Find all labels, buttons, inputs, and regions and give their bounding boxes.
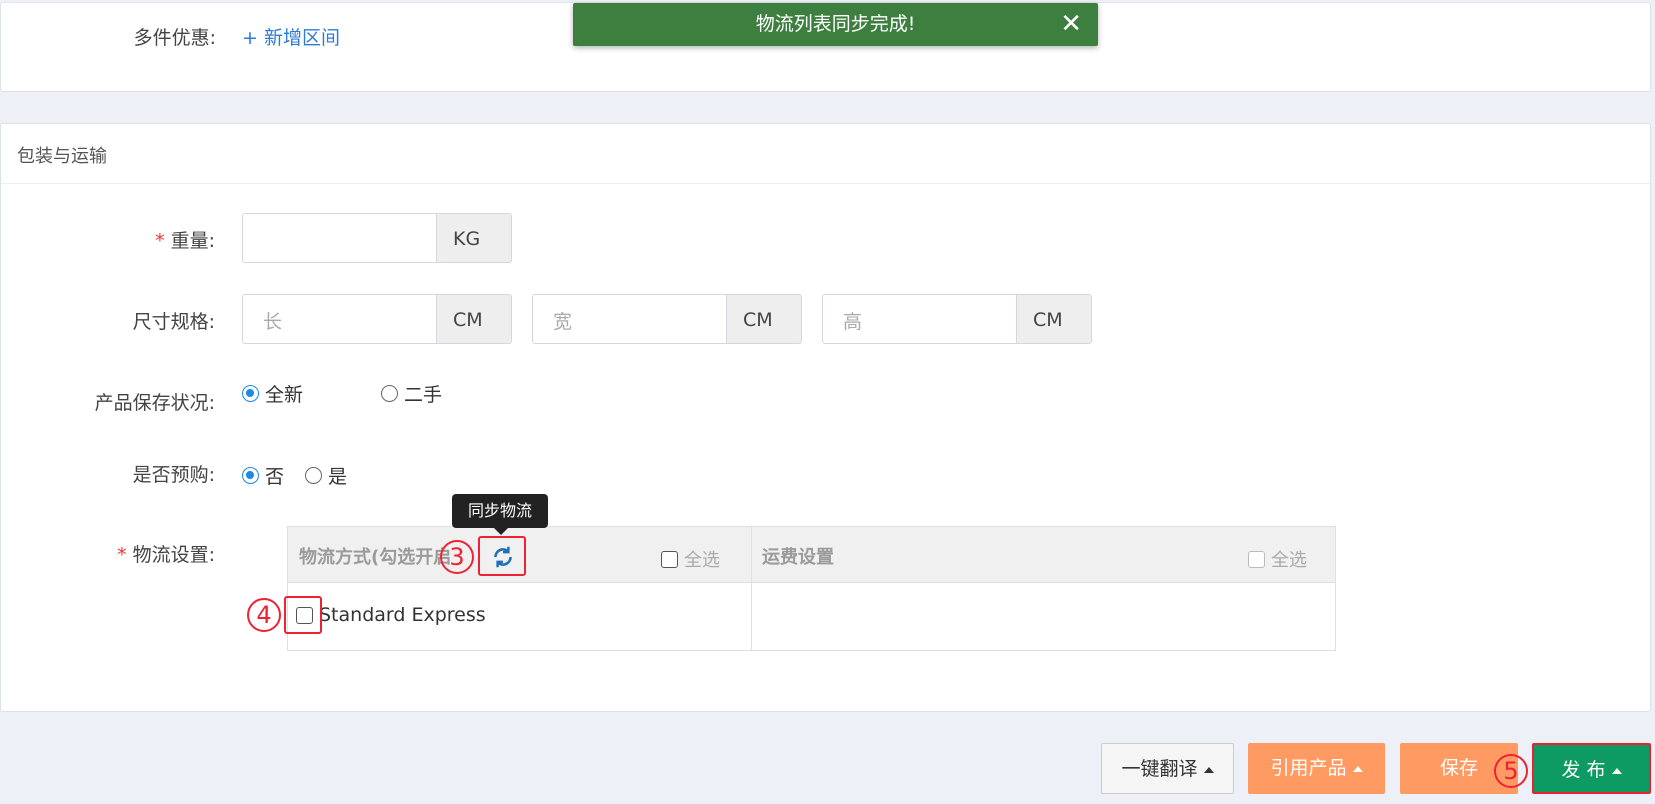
length-input[interactable]: 长 [242, 294, 437, 344]
annotation-step-4: 4 [247, 598, 281, 632]
logistics-label: * 物流设置: [117, 544, 215, 566]
annotation-step-3: 3 [440, 540, 474, 574]
annotation-step-5: 5 [1494, 754, 1528, 788]
select-all-fees[interactable]: 全选 [1248, 546, 1307, 572]
caret-up-icon [1611, 767, 1622, 774]
checkbox-icon[interactable] [661, 550, 678, 568]
radio-label: 是 [328, 466, 348, 488]
width-input[interactable]: 宽 [532, 294, 727, 344]
toast-message: 物流列表同步完成! [755, 13, 916, 35]
condition-used-radio[interactable]: 二手 [381, 380, 442, 407]
radio-unchecked-icon[interactable] [381, 385, 398, 402]
sync-tooltip: 同步物流 [452, 494, 548, 535]
button-label: 引用产品 [1270, 757, 1347, 779]
button-label: 发 布 [1561, 759, 1606, 781]
size-label: 尺寸规格: [132, 311, 215, 333]
radio-checked-icon[interactable] [242, 385, 259, 402]
weight-input[interactable] [242, 213, 437, 263]
translate-button[interactable]: 一键翻译 [1101, 743, 1234, 794]
select-all-methods[interactable]: 全选 [661, 546, 720, 572]
add-range-link[interactable]: + 新增区间 [242, 23, 340, 50]
height-input[interactable]: 高 [822, 294, 1017, 344]
caret-up-icon [1203, 766, 1214, 773]
weight-unit: KG [437, 213, 512, 263]
preorder-label: 是否预购: [132, 464, 215, 486]
radio-label: 否 [265, 466, 285, 488]
sync-logistics-button[interactable] [478, 536, 526, 576]
radio-checked-icon[interactable] [242, 467, 259, 484]
quote-product-button[interactable]: 引用产品 [1248, 743, 1385, 794]
col-method-header: 物流方式(勾选开启 [299, 547, 452, 568]
length-unit: CM [437, 294, 512, 344]
radio-label: 全新 [265, 384, 304, 406]
row-label: Standard Express [319, 604, 486, 626]
refresh-icon[interactable] [490, 544, 516, 570]
column-divider [751, 527, 752, 650]
col-fee-header: 运费设置 [762, 547, 834, 568]
preorder-no-radio[interactable]: 否 [242, 462, 284, 489]
discount-label: 多件优惠: [133, 27, 216, 49]
checkbox-highlight [284, 596, 322, 634]
radio-label: 二手 [404, 384, 443, 406]
close-icon[interactable]: ✕ [1060, 3, 1082, 46]
select-all-label: 全选 [1271, 550, 1307, 571]
button-label: 保存 [1439, 757, 1478, 779]
section-title: 包装与运输 [1, 124, 1650, 184]
publish-button[interactable]: 发 布 [1532, 743, 1651, 794]
radio-unchecked-icon[interactable] [305, 467, 322, 484]
caret-up-icon [1352, 765, 1363, 772]
sync-toast: 物流列表同步完成! ✕ [573, 3, 1098, 46]
condition-label: 产品保存状况: [94, 392, 215, 414]
width-unit: CM [727, 294, 802, 344]
table-row: Standard Express [296, 604, 486, 626]
height-unit: CM [1017, 294, 1092, 344]
select-all-label: 全选 [684, 550, 720, 571]
checkbox-icon[interactable] [1248, 550, 1265, 568]
weight-label: * 重量: [155, 230, 215, 252]
preorder-yes-radio[interactable]: 是 [305, 462, 347, 489]
condition-new-radio[interactable]: 全新 [242, 380, 303, 407]
button-label: 一键翻译 [1121, 758, 1198, 780]
